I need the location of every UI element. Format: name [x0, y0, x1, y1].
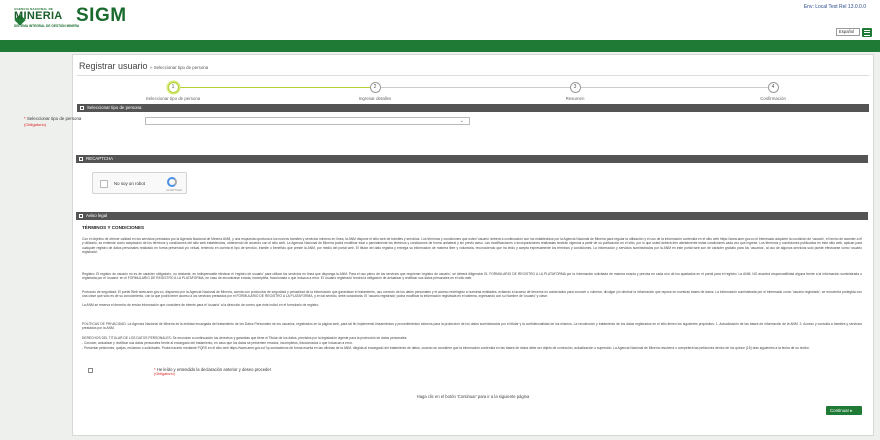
terms-paragraph: Con el objetivo de ofrecer calidad en lo… — [82, 237, 862, 255]
terms-paragraph: POLÍTICAS DE PRIVACIDAD: La Agencia Naci… — [82, 322, 862, 331]
terms-paragraph: - Presentar peticiones, quejas, reclamos… — [82, 346, 810, 350]
terms-title: TÉRMINOS Y CONDICIONES — [82, 225, 145, 230]
logo-mineria-text: MINERIA — [14, 10, 63, 22]
terms-paragraph: La ANM se reserva el derecho de enviar i… — [82, 303, 320, 307]
continue-label: Continuar — [830, 408, 850, 413]
continue-hint: Haga clic en el botón 'Continuar' para i… — [416, 394, 530, 399]
terms-paragraph: Registro: El registro de usuario no es d… — [82, 272, 862, 281]
required-note: (Obligatorio) — [154, 372, 175, 376]
accept-checkbox[interactable] — [88, 368, 93, 373]
continue-button[interactable]: Continuar ▸ — [826, 406, 862, 415]
terms-paragraph: DERECHOS DEL TITULAR DE LOS DATOS PERSON… — [82, 336, 408, 340]
required-note: (Obligatorio) — [24, 122, 47, 127]
chevron-right-icon: ▸ — [850, 408, 853, 413]
terms-paragraph: Protocolo de seguridad: El portal Web ww… — [82, 290, 862, 299]
logo-subtitle: SISTEMA INTEGRAL DE GESTIÓN MINERA — [14, 24, 80, 28]
legal-content: TÉRMINOS Y CONDICIONES Con el objetivo d… — [72, 0, 874, 440]
terms-paragraph: - Conocer, actualizar y rectificar sus d… — [82, 341, 353, 345]
